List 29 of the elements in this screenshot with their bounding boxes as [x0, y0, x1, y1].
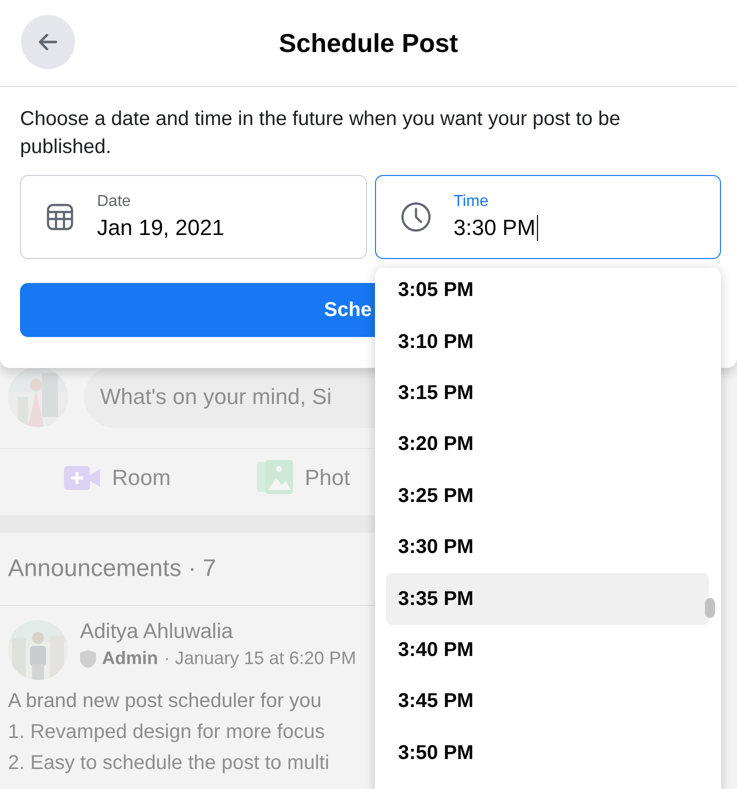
- dialog-title: Schedule Post: [278, 28, 458, 58]
- field-label: Time: [454, 193, 490, 211]
- clock-icon: [400, 201, 432, 233]
- time-option[interactable]: 3:45 PM: [386, 676, 709, 728]
- time-option[interactable]: 3:15 PM: [386, 368, 709, 420]
- action-label: Room: [112, 465, 171, 491]
- post-text: A brand new post scheduler for you: [7, 689, 323, 713]
- action-label: Phot: [304, 465, 350, 491]
- time-option[interactable]: 3:25 PM: [386, 470, 709, 522]
- field-label: Date: [97, 193, 132, 211]
- field-value: 3:30 PM: [454, 215, 536, 241]
- post-text-line: 2. Easy to schedule the post to multi: [7, 751, 330, 775]
- video-plus-icon: [64, 466, 100, 490]
- text-cursor: [537, 215, 538, 241]
- role-label: Admin: [102, 648, 158, 669]
- time-field[interactable]: Time 3:30 PM: [374, 175, 721, 259]
- time-option[interactable]: 3:40 PM: [386, 624, 709, 676]
- date-field[interactable]: Date Jan 19, 2021: [20, 175, 366, 259]
- time-option[interactable]: 3:35 PM: [386, 573, 709, 625]
- time-option[interactable]: 3:30 PM: [386, 522, 709, 574]
- calendar-icon: [45, 202, 75, 232]
- post-text-line: 1. Revamped design for more focus: [7, 720, 326, 744]
- field-value: Jan 19, 2021: [97, 215, 224, 241]
- shield-icon: [80, 650, 96, 668]
- description-text: Choose a date and time in the future when you want your post to be published.: [20, 107, 622, 160]
- time-option[interactable]: 3:20 PM: [386, 419, 709, 471]
- time-option[interactable]: 3:50 PM: [386, 728, 709, 779]
- scrollbar-thumb[interactable]: [705, 598, 715, 618]
- photos-icon: [256, 460, 293, 496]
